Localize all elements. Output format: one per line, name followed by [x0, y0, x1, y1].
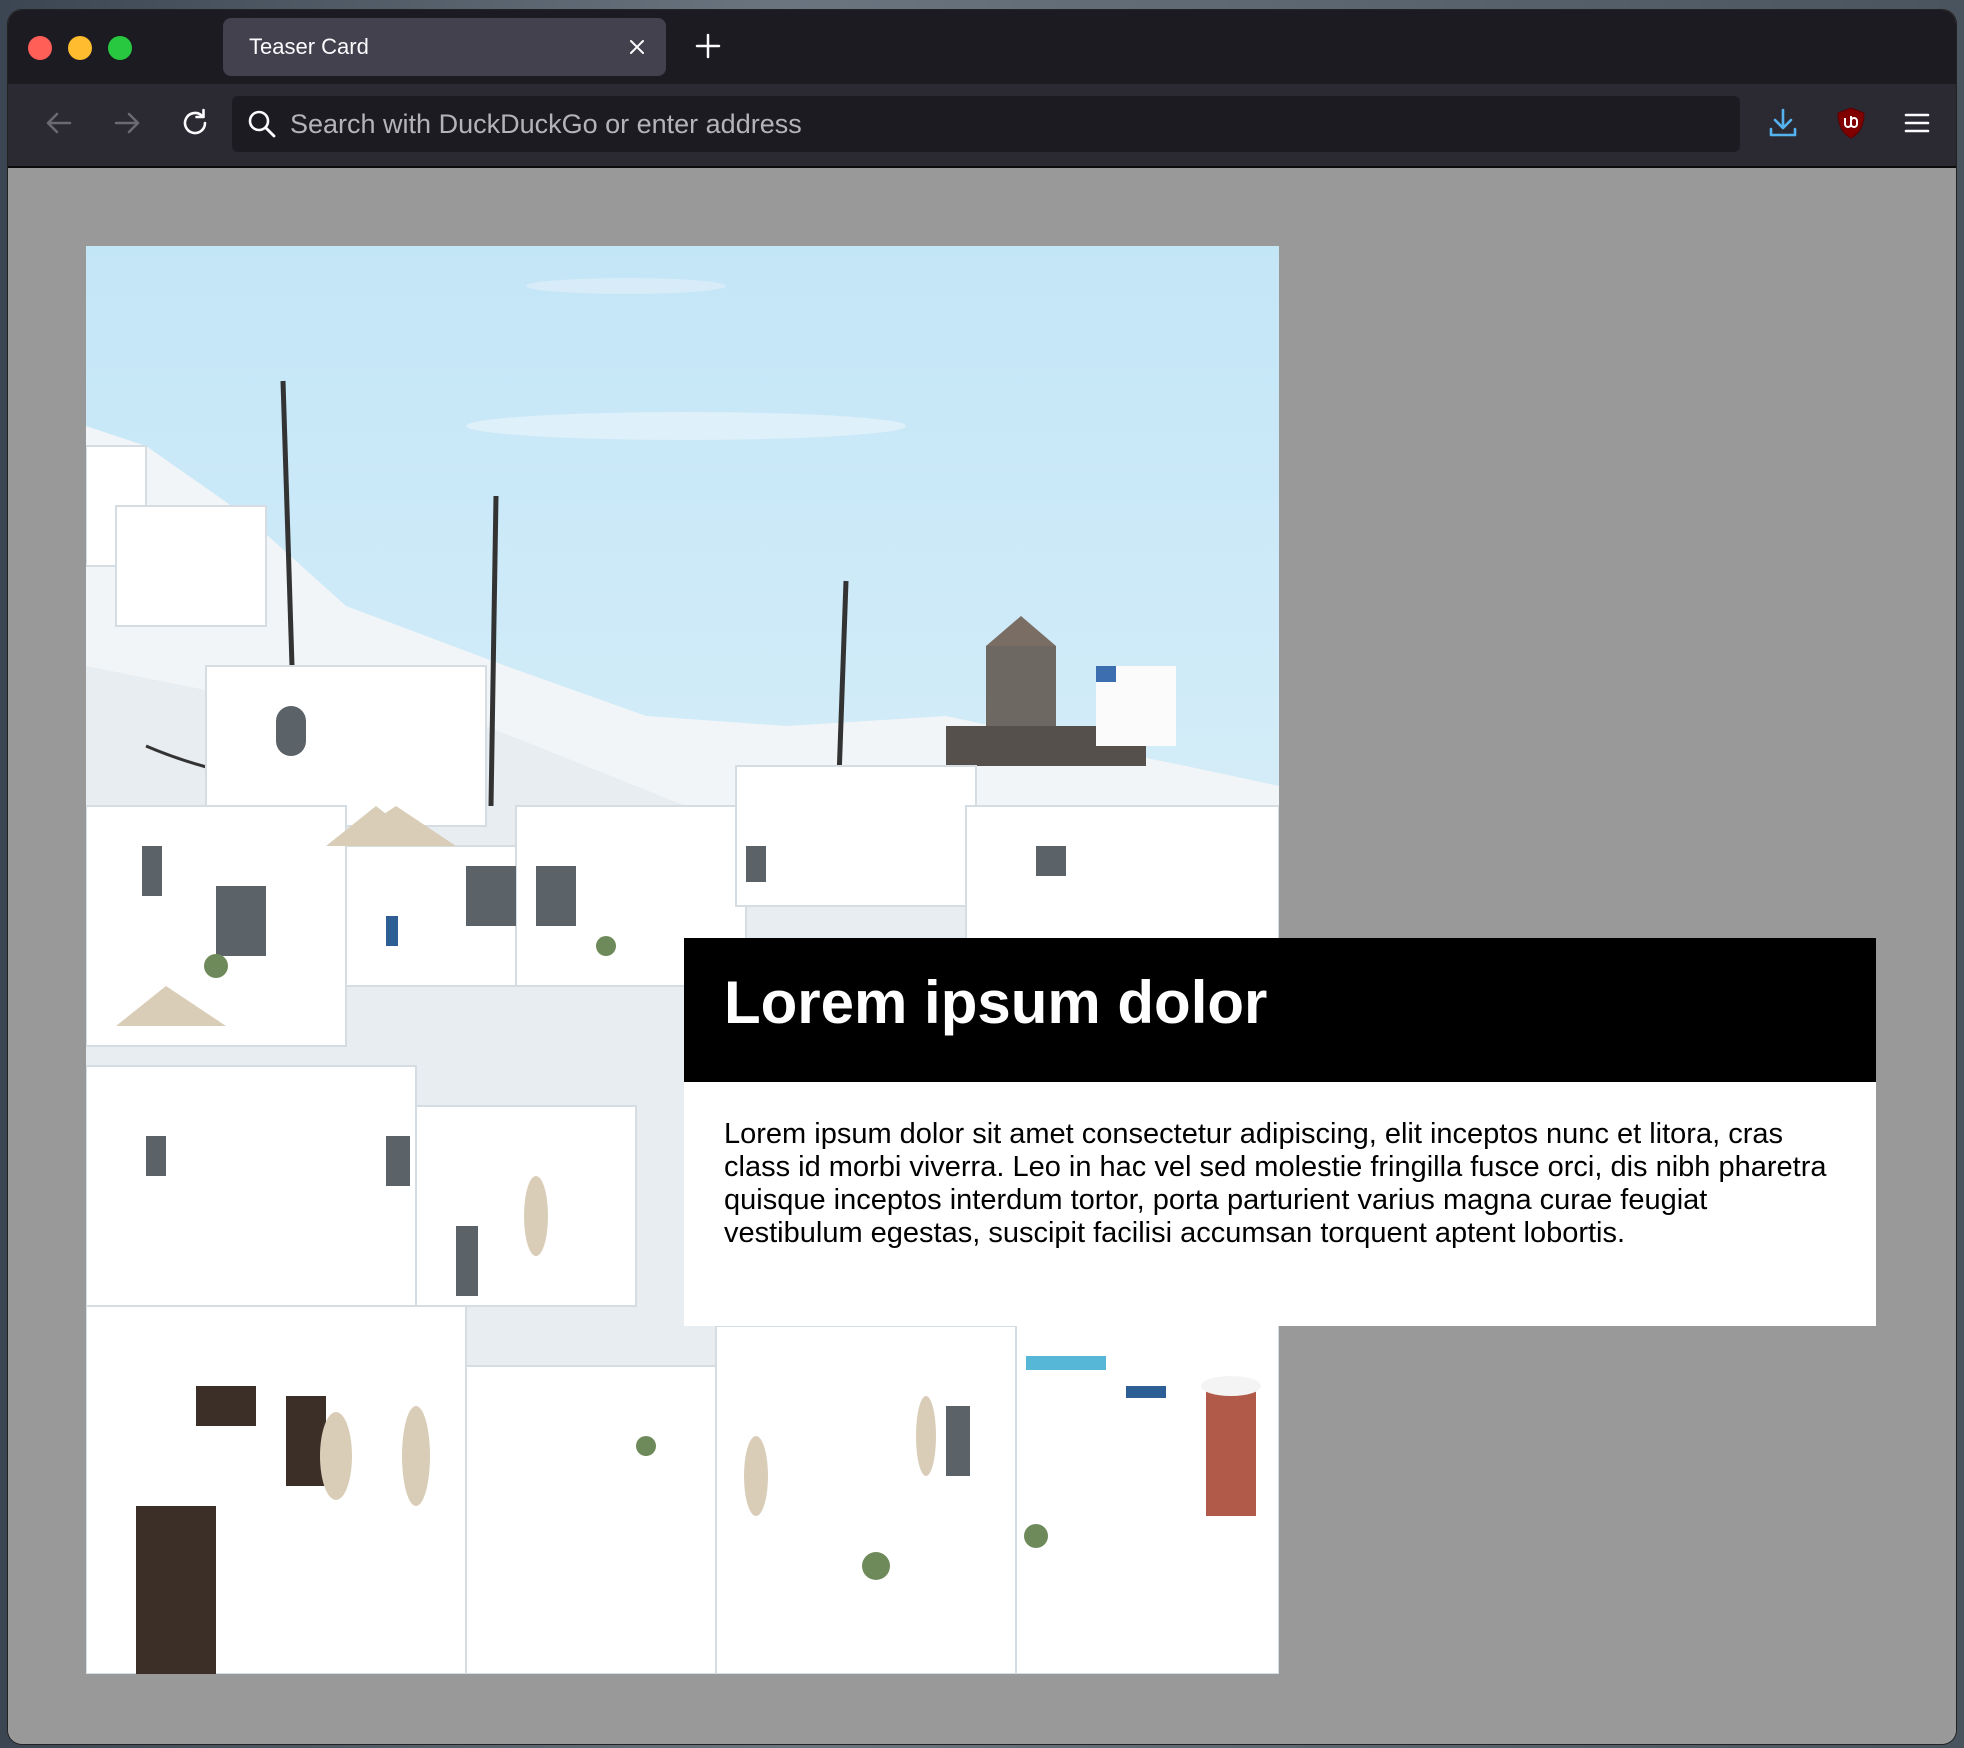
card-body: Lorem ipsum dolor sit amet consectetur a…: [684, 1082, 1876, 1326]
new-tab-button[interactable]: [690, 30, 726, 66]
card-title: Lorem ipsum dolor: [724, 969, 1268, 1036]
window-minimize-button[interactable]: [68, 36, 92, 60]
download-icon: [1767, 107, 1799, 144]
window-close-button[interactable]: [28, 36, 52, 60]
close-icon[interactable]: [622, 32, 652, 62]
arrow-left-icon: [44, 108, 74, 143]
address-bar[interactable]: Search with DuckDuckGo or enter address: [232, 96, 1740, 152]
ublock-extension-button[interactable]: [1828, 102, 1874, 148]
nav-bar: Search with DuckDuckGo or enter address: [8, 84, 1956, 168]
search-icon: [246, 108, 278, 140]
window-zoom-button[interactable]: [108, 36, 132, 60]
tab-bar: Teaser Card: [8, 10, 1956, 84]
card-text: Lorem ipsum dolor sit amet consectetur a…: [724, 1118, 1827, 1249]
ublock-shield-icon: [1835, 106, 1867, 145]
back-button[interactable]: [36, 102, 82, 148]
page-viewport: Lorem ipsum dolor Lorem ipsum dolor sit …: [8, 168, 1956, 1744]
reload-button[interactable]: [172, 102, 218, 148]
teaser-card: Lorem ipsum dolor Lorem ipsum dolor sit …: [684, 938, 1876, 1326]
hamburger-menu-icon: [1903, 110, 1931, 141]
address-placeholder: Search with DuckDuckGo or enter address: [290, 109, 802, 139]
menu-button[interactable]: [1894, 102, 1940, 148]
tab-teaser-card[interactable]: Teaser Card: [223, 18, 666, 76]
card-header: Lorem ipsum dolor: [684, 938, 1876, 1082]
tab-title: Teaser Card: [249, 34, 369, 59]
forward-button[interactable]: [104, 102, 150, 148]
downloads-button[interactable]: [1760, 102, 1806, 148]
arrow-right-icon: [112, 108, 142, 143]
reload-icon: [179, 107, 211, 144]
browser-window: Teaser Card Search with DuckDuckGo or en…: [8, 10, 1956, 1744]
plus-icon: [695, 33, 721, 64]
